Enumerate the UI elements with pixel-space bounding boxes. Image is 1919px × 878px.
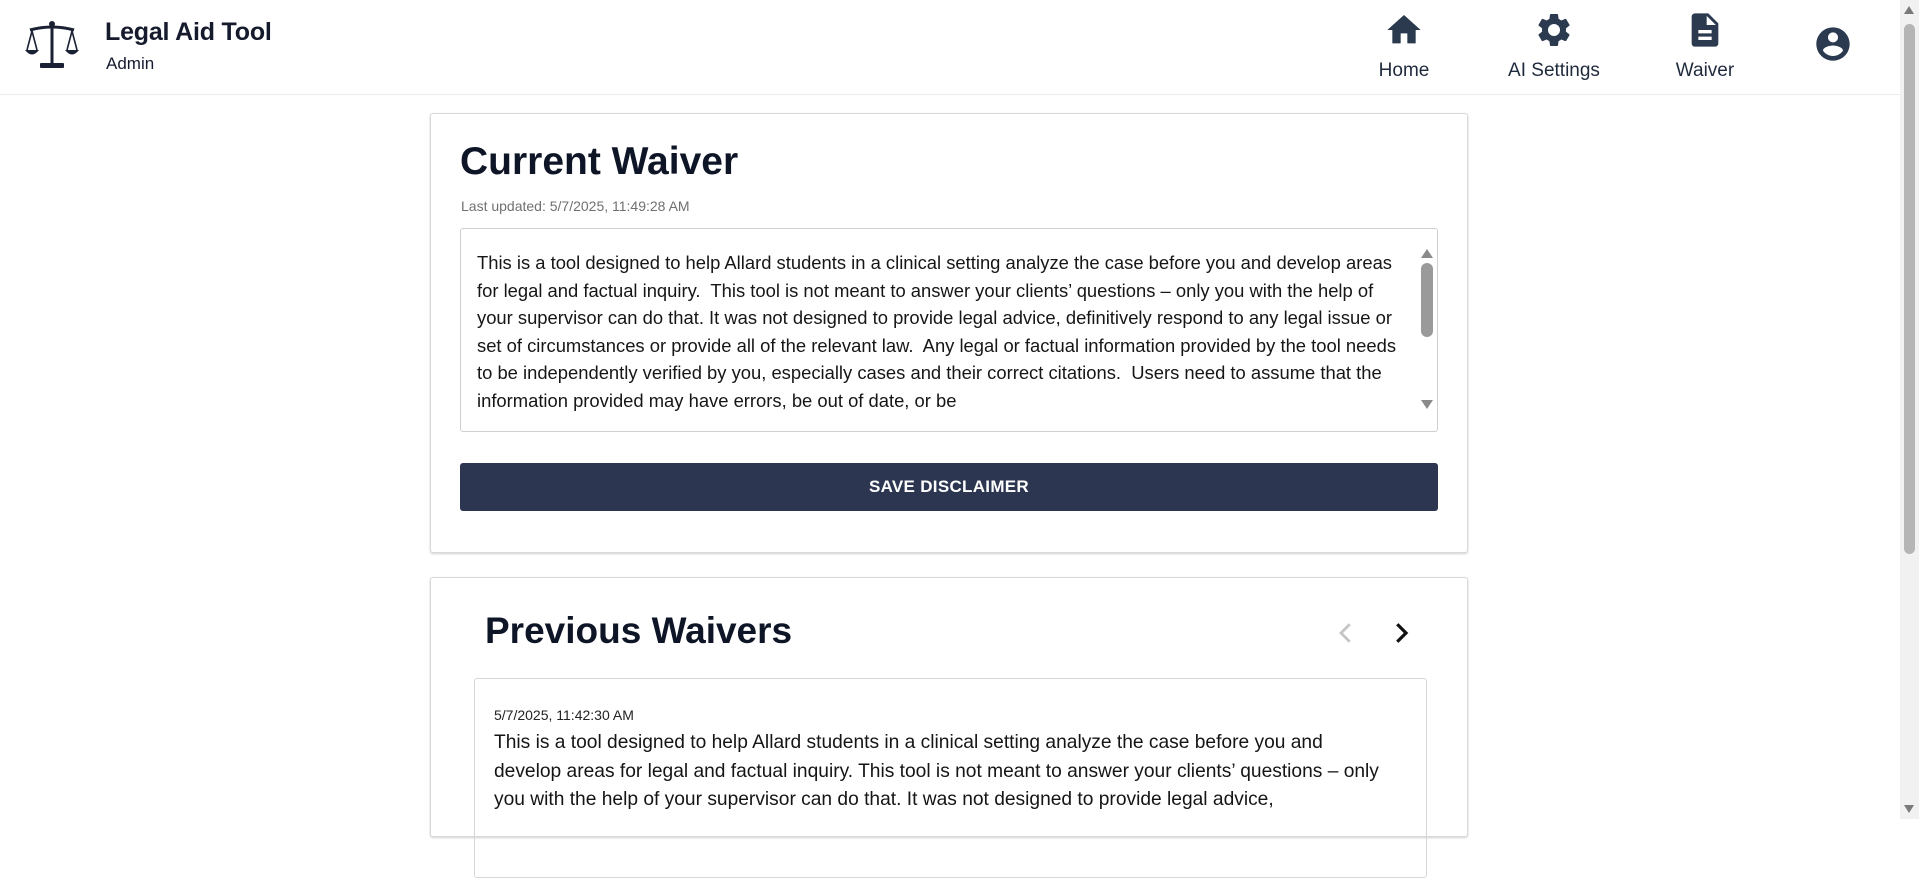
page-scroll-thumb[interactable] xyxy=(1904,24,1915,554)
user-role: Admin xyxy=(106,54,155,73)
nav-waiver[interactable]: Waiver xyxy=(1665,8,1745,88)
chevron-left-icon xyxy=(1339,623,1351,643)
save-disclaimer-button[interactable]: SAVE DISCLAIMER xyxy=(460,463,1438,511)
current-waiver-card: Current Waiver Last updated: 5/7/2025, 1… xyxy=(430,113,1468,553)
page-scrollbar[interactable] xyxy=(1900,0,1919,819)
previous-waivers-card: Previous Waivers 5/7/2025, 11:42:30 AM T… xyxy=(430,577,1468,878)
last-updated-text: Last updated: 5/7/2025, 11:49:28 AM xyxy=(461,198,690,214)
page-scroll-down-icon[interactable] xyxy=(1904,805,1914,813)
previous-waiver-entry: 5/7/2025, 11:42:30 AM This is a tool des… xyxy=(474,678,1427,878)
waiver-scrollbar[interactable] xyxy=(1419,249,1435,409)
scroll-down-arrow-icon[interactable] xyxy=(1421,400,1433,409)
previous-page-button[interactable] xyxy=(1331,618,1361,648)
waiver-scroll-thumb[interactable] xyxy=(1421,263,1433,337)
nav-home-label: Home xyxy=(1378,60,1430,81)
waiver-text[interactable]: This is a tool designed to help Allard s… xyxy=(477,249,1407,415)
scroll-up-arrow-icon[interactable] xyxy=(1421,249,1433,258)
page-scroll-up-icon[interactable] xyxy=(1904,6,1914,14)
nav-home[interactable]: Home xyxy=(1372,8,1436,88)
app-header: Legal Aid Tool Admin Home AI Settings Wa… xyxy=(0,0,1900,95)
document-icon xyxy=(1691,13,1719,47)
previous-waiver-text: This is a tool designed to help Allard s… xyxy=(494,732,1379,811)
previous-waivers-title: Previous Waivers xyxy=(485,610,793,651)
nav-ai-settings-label: AI Settings xyxy=(1508,60,1600,81)
nav-ai-settings[interactable]: AI Settings xyxy=(1500,8,1608,88)
gear-icon xyxy=(1538,13,1570,46)
scales-of-justice-icon xyxy=(24,20,80,70)
current-waiver-title: Current Waiver xyxy=(460,140,739,183)
app-title: Legal Aid Tool xyxy=(105,18,272,46)
home-icon xyxy=(1387,15,1421,44)
previous-waiver-date: 5/7/2025, 11:42:30 AM xyxy=(494,707,634,723)
account-circle-icon xyxy=(1816,27,1850,61)
account-button[interactable] xyxy=(1813,24,1853,64)
nav-waiver-label: Waiver xyxy=(1675,60,1735,81)
waiver-textarea[interactable]: This is a tool designed to help Allard s… xyxy=(460,228,1438,432)
chevron-right-icon xyxy=(1396,623,1409,643)
next-page-button[interactable] xyxy=(1386,618,1416,648)
